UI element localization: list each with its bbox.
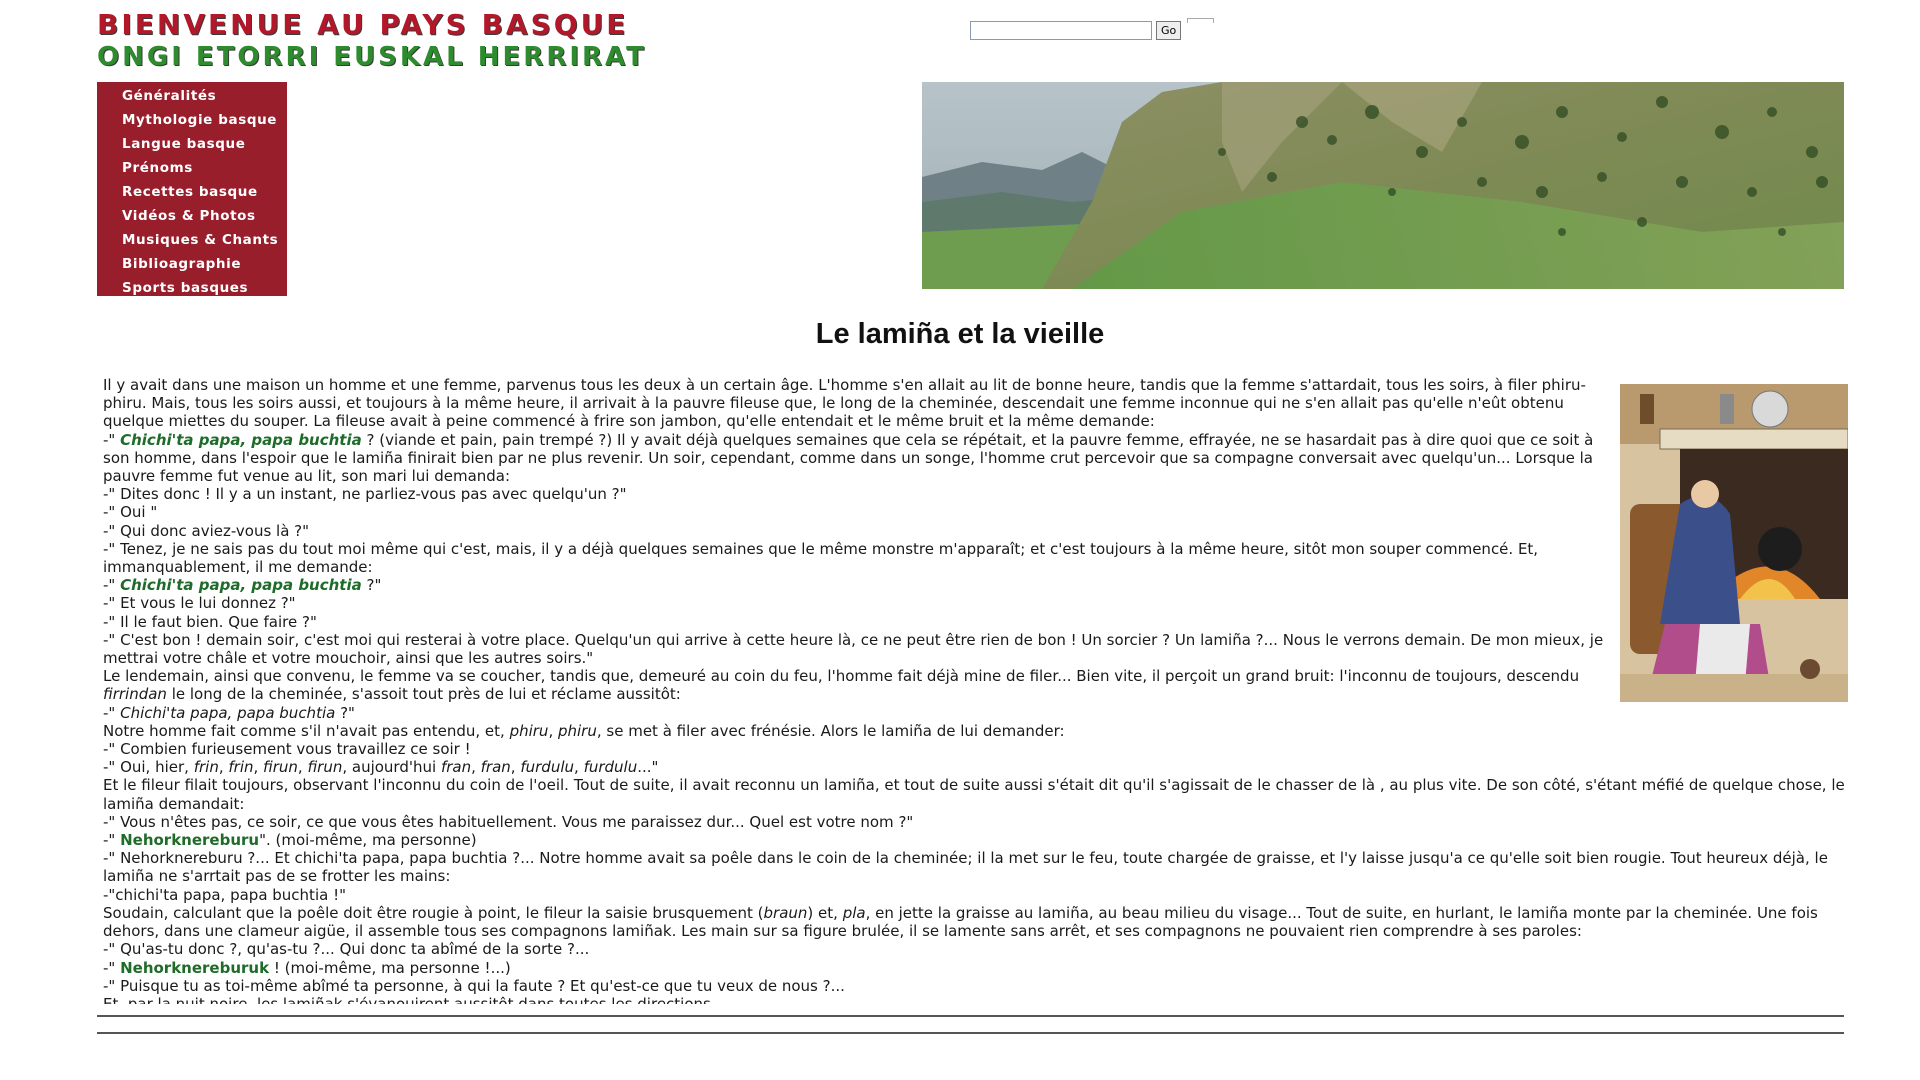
sidebar-item-recettes[interactable]: Recettes basque <box>97 181 287 205</box>
text: firun <box>263 758 298 777</box>
dialogue-line: -" Nehorknereburu". (moi-même, ma person… <box>103 831 1848 849</box>
basque-phrase: Chichi'ta papa, papa buchtia <box>120 430 362 449</box>
text: , <box>471 758 481 777</box>
text: frin <box>193 758 219 777</box>
text: , <box>510 758 521 777</box>
sidebar-item-videos-photos[interactable]: Vidéos & Photos <box>97 205 287 229</box>
illustration-image <box>1620 384 1848 702</box>
dialogue-line: -" Nehorknereburu ?... Et chichi'ta papa… <box>103 849 1828 886</box>
text: firun <box>307 758 343 777</box>
dialogue-line: -" Dites donc ! Il y a un instant, ne pa… <box>103 485 627 504</box>
text: -" <box>103 703 121 722</box>
dialogue-line: -" Il le faut bien. Que faire ?" <box>103 612 317 631</box>
divider <box>97 1032 1844 1034</box>
text: -" <box>103 430 121 449</box>
paragraph: Il y avait dans une maison un homme et u… <box>103 376 1586 431</box>
search-go-button[interactable]: Go <box>1156 21 1182 40</box>
text: , <box>253 758 264 777</box>
sidebar-item-sports[interactable]: Sports basques <box>97 277 287 301</box>
text: , aujourd'hui <box>342 758 441 777</box>
text: frin <box>228 758 254 777</box>
text: ..." <box>637 758 659 777</box>
text: -" <box>103 831 121 850</box>
search-extra-widget[interactable] <box>1187 18 1215 23</box>
dialogue-line: -" Tenez, je ne sais pas du tout moi mêm… <box>103 539 1539 577</box>
paragraph: Le lendemain, ainsi que convenu, le femm… <box>103 667 1848 703</box>
logo-title-basque: ONGI ETORRI EUSKAL HERRIRAT <box>97 42 647 72</box>
dialogue-line: -" Chichi'ta papa, papa buchtia ?" <box>103 576 1848 594</box>
search-input[interactable] <box>970 21 1152 40</box>
divider <box>97 1015 1844 1017</box>
dialogue-line: -" Nehorknereburuk ! (moi-même, ma perso… <box>103 959 1848 977</box>
sidebar-menu: Généralités Mythologie basque Langue bas… <box>97 82 287 296</box>
text: Soudain, calculant que la poêle doit êtr… <box>103 903 764 922</box>
sidebar-item-generalites[interactable]: Généralités <box>97 85 287 109</box>
paragraph: Et, par la nuit noire, les lamiñak s'éva… <box>103 994 716 1004</box>
text: ) et, <box>807 903 843 922</box>
dialogue-line: -" Combien furieusement vous travaillez … <box>103 740 471 759</box>
text: Chichi'ta papa, papa buchtia <box>120 703 336 722</box>
text: ". (moi-même, ma personne) <box>259 831 477 850</box>
site-logo[interactable]: BIENVENUE AU PAYS BASQUE ONGI ETORRI EUS… <box>97 8 737 72</box>
page: BIENVENUE AU PAYS BASQUE ONGI ETORRI EUS… <box>0 0 1920 1080</box>
search-form: Go <box>970 15 1215 40</box>
dialogue-line: -" Qu'as-tu donc ?, qu'as-tu ?... Qui do… <box>103 940 590 959</box>
text: , se met à filer avec frénésie. Alors le… <box>596 721 1065 740</box>
text: pla <box>842 903 866 922</box>
text: , <box>218 758 229 777</box>
text: -" <box>103 576 121 595</box>
paragraph: Notre homme fait comme s'il n'avait pas … <box>103 722 1848 740</box>
dialogue-line: -" Oui, hier, frin, frin, firun, firun, … <box>103 758 1848 776</box>
text: ?" <box>335 703 355 722</box>
logo-title-french: BIENVENUE AU PAYS BASQUE <box>97 8 629 41</box>
paragraph: Soudain, calculant que la poêle doit êtr… <box>103 904 1848 940</box>
text: firrindan <box>103 685 167 704</box>
sidebar-item-bibliographie[interactable]: Biblioagraphie <box>97 253 287 277</box>
basque-phrase: Nehorknereburuk <box>120 958 270 977</box>
text: furdulu <box>583 758 638 777</box>
sidebar-item-langue[interactable]: Langue basque <box>97 133 287 157</box>
basque-phrase: Nehorknereburu <box>120 831 260 850</box>
dialogue-line: -" Vous n'êtes pas, ce soir, ce que vous… <box>103 812 914 831</box>
banner-image <box>922 82 1844 289</box>
paragraph: Et le fileur filait toujours, observant … <box>103 776 1845 813</box>
text: braun <box>763 903 808 922</box>
basque-phrase: Chichi'ta papa, papa buchtia <box>120 576 362 595</box>
dialogue-line: -" Chichi'ta papa, papa buchtia ?" <box>103 704 1848 722</box>
text: le long de la cheminée, s'assoit tout pr… <box>166 685 681 704</box>
text: phiru <box>557 721 597 740</box>
page-title: Le lamiña et la vieille <box>815 318 1105 350</box>
text: ?" <box>361 576 382 595</box>
text: fran <box>440 758 472 777</box>
sidebar-item-mythologie[interactable]: Mythologie basque <box>97 109 287 133</box>
text: Le lendemain, ainsi que convenu, le femm… <box>103 667 1580 686</box>
text: -" Oui, hier, <box>103 758 194 777</box>
dialogue-line: -" C'est bon ! demain soir, c'est moi qu… <box>103 630 1604 668</box>
text: , <box>548 721 558 740</box>
dialogue-line: -" Oui " <box>103 503 158 522</box>
dialogue-line: -"chichi'ta papa, papa buchtia !" <box>103 885 346 904</box>
text: Notre homme fait comme s'il n'avait pas … <box>103 721 510 740</box>
sidebar-item-musiques[interactable]: Musiques & Chants <box>97 229 287 253</box>
dialogue-line: -" Puisque tu as toi-même abîmé ta perso… <box>103 976 845 995</box>
text: phiru <box>509 721 549 740</box>
text: , <box>574 758 584 777</box>
dialogue-line: -" Qui donc aviez-vous là ?" <box>103 521 310 540</box>
article-body: Il y avait dans une maison un homme et u… <box>103 376 1848 1004</box>
text: fran <box>480 758 511 777</box>
dialogue-line: -" Chichi'ta papa, papa buchtia ? (viand… <box>103 431 1848 486</box>
text: -" <box>103 958 121 977</box>
text: ! (moi-même, ma personne !...) <box>269 958 511 977</box>
text: furdulu <box>520 758 575 777</box>
sidebar-item-prenoms[interactable]: Prénoms <box>97 157 287 181</box>
dialogue-line: -" Et vous le lui donnez ?" <box>103 594 296 613</box>
